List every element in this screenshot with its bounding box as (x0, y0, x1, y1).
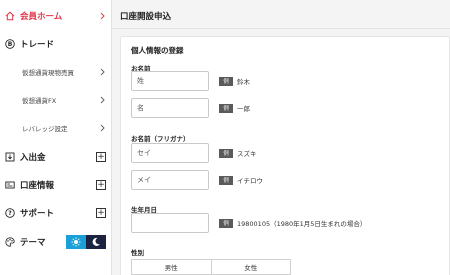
example-text: 一郎 (237, 105, 250, 113)
example-text: 鈴木 (237, 78, 250, 86)
birth-date-input[interactable] (131, 213, 209, 233)
last-name-kana-example: 例 スズキ (219, 148, 257, 158)
sidebar-item-account-info[interactable]: 口座情報 + (0, 171, 112, 199)
expand-icon[interactable]: + (96, 208, 106, 218)
kana-label: お名前（フリガナ） (131, 135, 190, 143)
sidebar-item-label: テーマ (20, 238, 46, 248)
registration-form-card: 個人情報の登録 お名前 例 鈴木 例 一郎 お名前（フリガナ） 例 スズキ 例 … (120, 36, 450, 275)
bitcoin-icon: B (5, 39, 15, 49)
sidebar-item-label: 入出金 (20, 153, 46, 163)
expand-icon[interactable]: + (96, 180, 106, 190)
sidebar-item-label: 仮想通貨現物売買 (22, 69, 74, 77)
chevron-right-icon (96, 124, 108, 132)
svg-text:?: ? (8, 210, 12, 217)
help-icon: ? (5, 208, 15, 218)
expand-icon[interactable]: + (96, 152, 106, 162)
gender-selector: 男性 女性 (131, 259, 291, 275)
last-name-input[interactable] (131, 71, 209, 91)
sidebar-item-label: トレード (20, 40, 55, 50)
sidebar-item-label: 仮想通貨FX (22, 97, 57, 105)
last-name-example: 例 鈴木 (219, 76, 250, 86)
deposit-icon (5, 152, 15, 162)
theme-toggle[interactable] (66, 235, 106, 249)
first-name-kana-input[interactable] (131, 170, 209, 190)
example-text: スズキ (237, 150, 257, 158)
palette-icon (5, 237, 15, 247)
sun-icon[interactable] (66, 235, 86, 249)
sidebar-item-trade[interactable]: B トレード (0, 30, 112, 58)
gender-option-male[interactable]: 男性 (132, 260, 211, 274)
main-content: 口座開設申込 個人情報の登録 お名前 例 鈴木 例 一郎 お名前（フリガナ） 例… (112, 0, 450, 275)
gender-option-female[interactable]: 女性 (210, 260, 290, 274)
last-name-kana-input[interactable] (131, 143, 209, 163)
chevron-right-icon (96, 68, 108, 76)
example-badge: 例 (219, 175, 233, 185)
sidebar-item-label: サポート (20, 209, 55, 219)
sidebar-item-deposit-withdraw[interactable]: 入出金 + (0, 143, 112, 171)
svg-text:B: B (8, 41, 13, 48)
example-badge: 例 (219, 148, 233, 158)
page-title: 口座開設申込 (120, 12, 172, 22)
sidebar-item-label: レバレッジ設定 (22, 125, 68, 133)
sidebar-item-label: 会員ホーム (20, 12, 63, 22)
sidebar-item-label: 口座情報 (20, 181, 55, 191)
gender-label: 性別 (131, 249, 144, 257)
example-badge: 例 (219, 103, 233, 113)
birth-date-example: 例 19800105（1980年1月5日生まれの場合） (219, 218, 366, 228)
sidebar-item-leverage-settings[interactable]: レバレッジ設定 (0, 114, 112, 142)
chevron-right-icon (96, 12, 108, 20)
section-title: 個人情報の登録 (131, 46, 184, 55)
example-text: 19800105（1980年1月5日生まれの場合） (237, 220, 367, 228)
sidebar-item-support[interactable]: ? サポート + (0, 199, 112, 227)
id-card-icon (5, 180, 15, 190)
divider (112, 28, 450, 29)
sidebar-item-crypto-fx[interactable]: 仮想通貨FX (0, 86, 112, 114)
first-name-input[interactable] (131, 98, 209, 118)
example-text: イチロウ (237, 177, 263, 185)
example-badge: 例 (219, 218, 233, 228)
first-name-kana-example: 例 イチロウ (219, 175, 263, 185)
sidebar: 会員ホーム B トレード 仮想通貨現物売買 仮想通貨FX レバレッジ設定 入出金 (0, 0, 112, 275)
moon-icon[interactable] (86, 235, 106, 249)
sidebar-item-theme: テーマ (0, 228, 112, 256)
example-badge: 例 (219, 76, 233, 86)
home-icon (5, 11, 15, 21)
sidebar-item-spot-trading[interactable]: 仮想通貨現物売買 (0, 58, 112, 86)
chevron-right-icon (96, 96, 108, 104)
sidebar-item-member-home[interactable]: 会員ホーム (0, 2, 112, 30)
first-name-example: 例 一郎 (219, 103, 250, 113)
